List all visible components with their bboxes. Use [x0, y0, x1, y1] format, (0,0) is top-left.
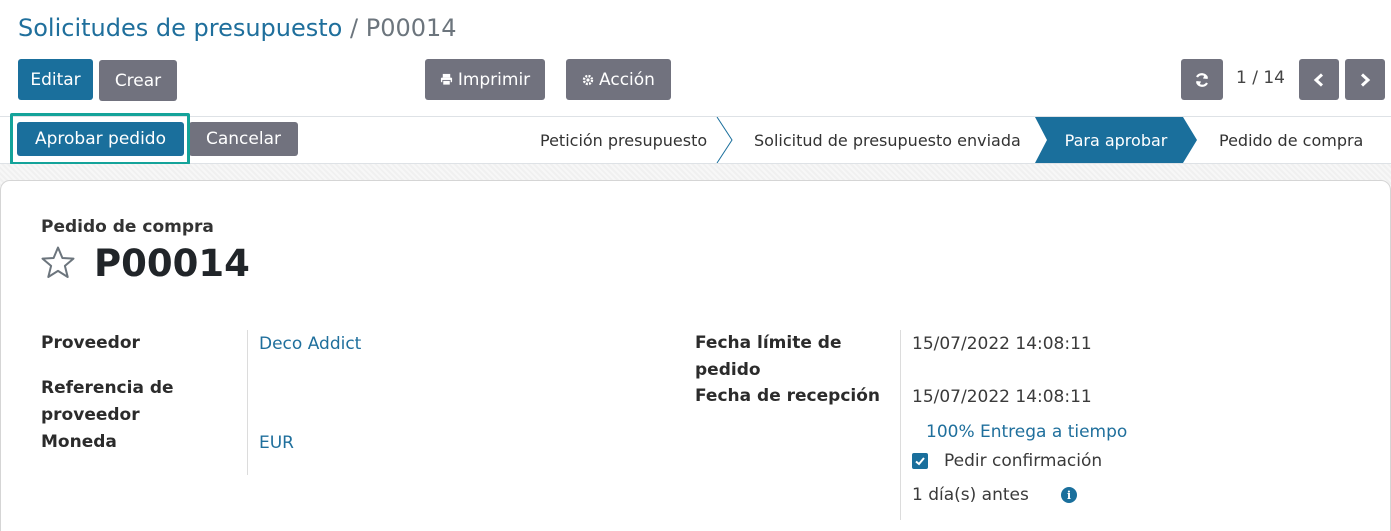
left-group-divider [247, 330, 248, 475]
order-deadline-value: 15/07/2022 14:08:11 [912, 334, 1092, 354]
order-deadline-label: Fecha límite de pedido [695, 333, 842, 380]
vendor-reference-label: Referencia de proveedor [41, 378, 174, 425]
days-before-value: 1 día(s) antes [912, 485, 1029, 505]
chevron-left-icon [1313, 72, 1325, 87]
stage-quotation-request[interactable]: Petición presupuesto [540, 117, 707, 163]
pager-next-button[interactable] [1345, 59, 1385, 100]
cancel-button-label: Cancelar [206, 129, 281, 149]
confirm-checkbox[interactable] [912, 453, 928, 469]
star-icon[interactable] [40, 245, 76, 281]
print-button[interactable]: Imprimir [425, 59, 545, 100]
cancel-button[interactable]: Cancelar [189, 122, 298, 156]
receipt-date-value: 15/07/2022 14:08:11 [912, 387, 1092, 407]
control-panel: Solicitudes de presupuesto / P00014 Edit… [0, 0, 1391, 116]
confirm-label: Pedir confirmación [944, 451, 1103, 471]
pager-value[interactable]: 1 / 14 [1236, 68, 1285, 88]
document-type-label: Pedido de compra [41, 217, 214, 237]
stage-to-approve[interactable]: Para aprobar [1035, 117, 1197, 163]
on-time-delivery-link[interactable]: 100% Entrega a tiempo [926, 422, 1127, 442]
stage-purchase-order[interactable]: Pedido de compra [1219, 117, 1363, 163]
breadcrumb-parent-link[interactable]: Solicitudes de presupuesto [18, 14, 342, 42]
breadcrumb-current: P00014 [365, 14, 457, 42]
currency-value[interactable]: EUR [259, 433, 294, 453]
stage-label: Solicitud de presupuesto enviada [754, 130, 1021, 150]
edit-button[interactable]: Editar [18, 59, 93, 100]
edit-button-label: Editar [30, 69, 81, 90]
info-icon[interactable]: i [1061, 487, 1077, 503]
currency-label: Moneda [41, 432, 117, 452]
right-group-divider [900, 330, 901, 520]
gear-icon [582, 74, 594, 86]
create-button[interactable]: Crear [99, 60, 177, 101]
stage-quotation-sent[interactable]: Solicitud de presupuesto enviada [754, 117, 1021, 163]
stage-label: Para aprobar [1064, 130, 1168, 150]
chevron-right-icon [1359, 72, 1371, 87]
pager-previous-button[interactable] [1299, 59, 1339, 100]
vendor-value[interactable]: Deco Addict [259, 334, 361, 354]
action-button[interactable]: Acción [566, 59, 671, 100]
printer-icon [440, 73, 453, 86]
receipt-date-label: Fecha de recepción [695, 386, 881, 406]
statusbar: Aprobar pedido Cancelar Petición presupu… [0, 116, 1391, 164]
approve-order-highlight [10, 113, 190, 165]
create-button-label: Crear [114, 70, 162, 91]
checkmark-icon [915, 457, 925, 466]
refresh-icon [1194, 72, 1210, 88]
print-button-label: Imprimir [457, 69, 531, 90]
action-button-label: Acción [599, 69, 655, 90]
stage-label: Pedido de compra [1219, 130, 1364, 150]
refresh-button[interactable] [1181, 59, 1223, 100]
breadcrumb-separator: / [350, 14, 359, 42]
document-title: P00014 [94, 242, 250, 285]
stage-label: Petición presupuesto [540, 130, 708, 150]
stage-arrow-divider [716, 117, 733, 163]
vendor-label: Proveedor [41, 333, 140, 353]
breadcrumb: Solicitudes de presupuesto / P00014 [18, 14, 457, 42]
